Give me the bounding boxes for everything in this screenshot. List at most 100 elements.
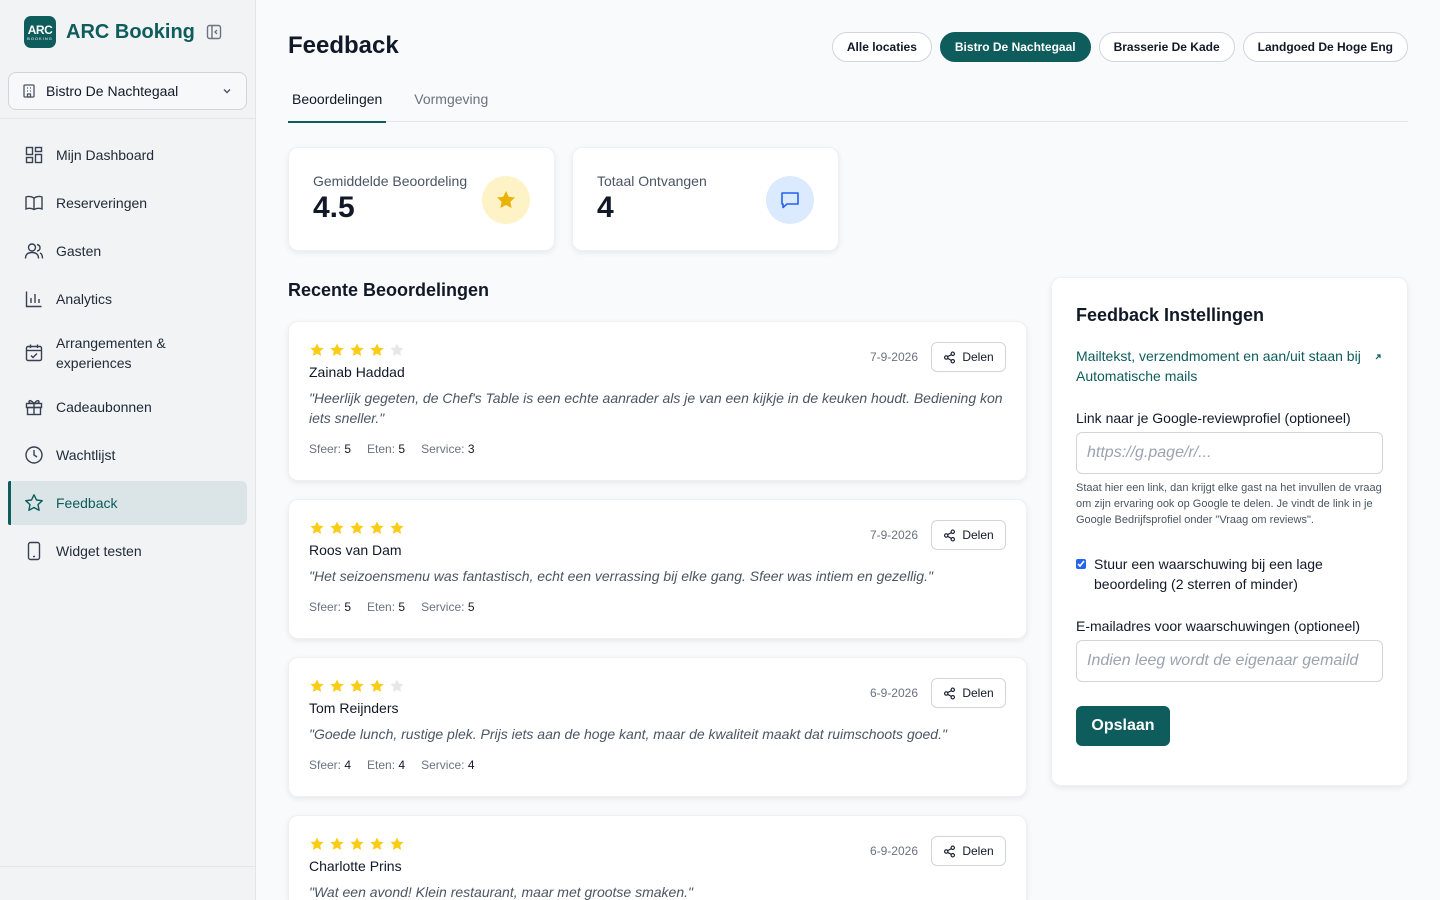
sidebar-divider-bottom <box>0 866 255 867</box>
star-filled-icon <box>370 521 384 534</box>
star-empty-icon <box>390 343 404 356</box>
location-select[interactable]: Bistro De Nachtegaal <box>8 72 247 110</box>
page-title: Feedback <box>288 32 399 59</box>
star-filled-icon <box>350 679 364 692</box>
share-button[interactable]: Delen <box>931 520 1006 550</box>
warning-email-input[interactable] <box>1076 640 1383 682</box>
star-filled-icon <box>310 837 324 850</box>
location-pill-nachtegaal[interactable]: Bistro De Nachtegaal <box>939 32 1091 62</box>
sidebar-item-wachtlijst[interactable]: Wachtlijst <box>8 433 247 477</box>
review-author: Zainab Haddad <box>309 364 405 380</box>
star-filled-icon <box>390 521 404 534</box>
share-icon <box>944 687 956 699</box>
review-text: "Heerlijk gegeten, de Chef's Table is ee… <box>309 390 1003 426</box>
review-author: Roos van Dam <box>309 542 402 558</box>
review-card: Charlotte Prins "Wat een avond! Klein re… <box>288 815 1027 900</box>
warning-email-label: E-mailadres voor waarschuwingen (optione… <box>1076 618 1361 634</box>
review-date: 7-9-2026 <box>869 350 918 364</box>
review-date: 6-9-2026 <box>869 686 918 700</box>
review-text: "Het seizoensmenu was fantastisch, echt … <box>309 568 933 584</box>
building-icon <box>21 83 37 99</box>
star-filled-icon <box>370 343 384 356</box>
message-badge-icon <box>766 176 814 224</box>
star-filled-icon <box>350 521 364 534</box>
review-date: 6-9-2026 <box>869 844 918 858</box>
sidebar: ARC BOOKING ARC Booking Bistro De Nachte… <box>0 0 256 900</box>
star-filled-icon <box>330 343 344 356</box>
tab-beoordelingen[interactable]: Beoordelingen <box>288 76 387 123</box>
sidebar-divider <box>0 118 255 119</box>
tab-vormgeving[interactable]: Vormgeving <box>410 76 492 122</box>
sidebar-item-cadeaubonnen[interactable]: Cadeaubonnen <box>8 385 247 429</box>
star-filled-icon <box>330 521 344 534</box>
brand-logo: ARC BOOKING <box>24 16 56 48</box>
sidebar-item-analytics[interactable]: Analytics <box>8 277 247 321</box>
star-filled-icon <box>370 679 384 692</box>
bar-chart-icon <box>24 289 44 309</box>
star-filled-icon <box>350 837 364 850</box>
reviews-section-title: Recente Beoordelingen <box>288 280 490 300</box>
low-rating-warning-checkbox[interactable] <box>1076 559 1086 569</box>
star-filled-icon <box>310 679 324 692</box>
dashboard-icon <box>24 145 44 165</box>
location-pill-hoge-eng[interactable]: Landgoed De Hoge Eng <box>1242 32 1408 62</box>
location-filter: Alle locaties Bistro De Nachtegaal Brass… <box>831 32 1408 62</box>
star-filled-icon <box>330 837 344 850</box>
star-badge-icon <box>482 176 530 224</box>
google-review-label: Link naar je Google-reviewprofiel (optio… <box>1076 410 1351 426</box>
star-filled-icon <box>330 679 344 692</box>
share-icon <box>944 529 956 541</box>
phone-icon <box>24 541 44 561</box>
google-review-help: Staat hier een link, dan krijgt elke gas… <box>1076 482 1382 526</box>
review-date: 7-9-2026 <box>869 528 918 542</box>
sidebar-item-arrangementen[interactable]: Arrangementen & experiences <box>8 325 247 381</box>
star-empty-icon <box>390 679 404 692</box>
brand-name: ARC Booking <box>66 20 195 43</box>
review-scores: Sfeer: 5 Eten: 5 Service: 5 <box>309 600 475 614</box>
google-review-input[interactable] <box>1076 432 1383 474</box>
location-pill-alle[interactable]: Alle locaties <box>831 32 932 62</box>
share-icon <box>944 351 956 363</box>
star-filled-icon <box>310 343 324 356</box>
review-text: "Goede lunch, rustige plek. Prijs iets a… <box>309 726 947 742</box>
review-card: Tom Reijnders "Goede lunch, rustige plek… <box>288 657 1027 797</box>
share-button[interactable]: Delen <box>931 836 1006 866</box>
review-scores: Sfeer: 4 Eten: 4 Service: 4 <box>309 758 475 772</box>
save-button[interactable]: Opslaan <box>1076 706 1170 746</box>
sidebar-item-reserveringen[interactable]: Reserveringen <box>8 181 247 225</box>
sidebar-item-dashboard[interactable]: Mijn Dashboard <box>8 133 247 177</box>
brand[interactable]: ARC BOOKING ARC Booking <box>24 16 195 48</box>
share-icon <box>944 845 956 857</box>
share-button[interactable]: Delen <box>931 342 1006 372</box>
sidebar-nav: Mijn Dashboard Reserveringen Gasten Anal… <box>8 133 247 577</box>
review-author: Charlotte Prins <box>309 858 402 874</box>
stat-total-received: Totaal Ontvangen 4 <box>572 147 839 251</box>
external-link-icon <box>1375 354 1381 360</box>
star-filled-icon <box>390 837 404 850</box>
automatic-mails-link[interactable]: Mailtekst, verzendmoment en aan/uit staa… <box>1076 346 1383 386</box>
calendar-check-icon <box>24 343 44 363</box>
tabs: Beoordelingen Vormgeving <box>288 76 1408 123</box>
star-filled-icon <box>350 343 364 356</box>
sidebar-collapse-icon[interactable] <box>206 24 222 40</box>
sidebar-item-widget-testen[interactable]: Widget testen <box>8 529 247 573</box>
review-text: "Wat een avond! Klein restaurant, maar m… <box>309 884 693 900</box>
share-button[interactable]: Delen <box>931 678 1006 708</box>
star-filled-icon <box>370 837 384 850</box>
sidebar-item-gasten[interactable]: Gasten <box>8 229 247 273</box>
star-icon <box>24 493 44 513</box>
sidebar-item-feedback[interactable]: Feedback <box>8 481 247 525</box>
low-rating-warning[interactable]: Stuur een waarschuwing bij een lage beoo… <box>1076 554 1383 594</box>
settings-title: Feedback Instellingen <box>1076 305 1265 325</box>
feedback-settings-card: Feedback Instellingen Mailtekst, verzend… <box>1051 277 1408 786</box>
clock-icon <box>24 445 44 465</box>
chevron-down-icon <box>220 84 234 98</box>
review-author: Tom Reijnders <box>309 700 399 716</box>
gift-icon <box>24 397 44 417</box>
review-card: Roos van Dam "Het seizoensmenu was fanta… <box>288 499 1027 639</box>
users-icon <box>24 241 44 261</box>
book-icon <box>24 193 44 213</box>
location-pill-kade[interactable]: Brasserie De Kade <box>1098 32 1235 62</box>
location-select-value: Bistro De Nachtegaal <box>46 83 179 99</box>
stat-average-rating: Gemiddelde Beoordeling 4.5 <box>288 147 555 251</box>
